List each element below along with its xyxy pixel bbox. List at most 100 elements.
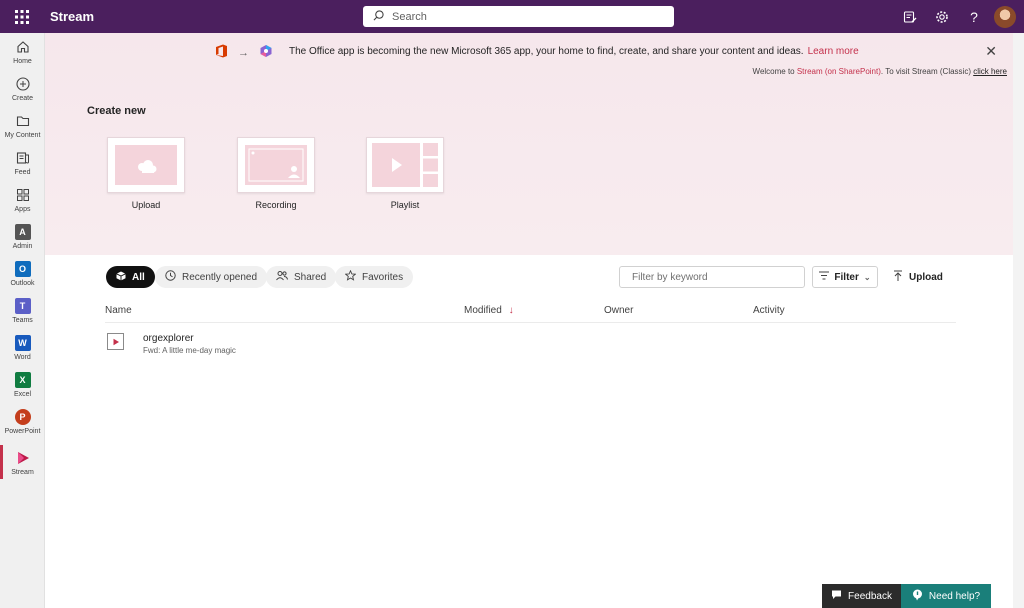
top-bar: Stream Search ? — [0, 0, 1024, 33]
excel-icon: X — [14, 371, 32, 389]
rail-label: Apps — [14, 206, 31, 213]
apps-icon — [14, 186, 32, 204]
recording-illustration-icon — [245, 145, 307, 185]
rail-item-apps[interactable]: Apps — [0, 186, 45, 213]
rail-label: Word — [14, 354, 31, 361]
arrow-right-icon: → — [238, 46, 249, 59]
filter-button[interactable]: Filter ⌄ — [812, 266, 878, 288]
admin-icon: A — [14, 223, 32, 241]
playlist-card[interactable] — [366, 137, 444, 193]
rail-item-teams[interactable]: T Teams — [0, 297, 45, 324]
avatar[interactable] — [994, 5, 1016, 28]
feedback-label: Feedback — [848, 590, 892, 602]
pill-all[interactable]: All — [106, 266, 155, 288]
pill-favorites[interactable]: Favorites — [335, 266, 414, 288]
settings-icon[interactable] — [926, 0, 958, 33]
welcome-message: Welcome to Stream (on SharePoint). To vi… — [753, 67, 1007, 76]
rail-item-admin[interactable]: A Admin — [0, 223, 45, 250]
pill-label: All — [132, 271, 145, 283]
waffle-icon[interactable] — [0, 0, 44, 33]
outlook-icon: O — [14, 260, 32, 278]
file-name[interactable]: orgexplorer — [143, 333, 194, 344]
pill-label: Shared — [294, 271, 327, 283]
rail-item-feed[interactable]: Feed — [0, 149, 45, 176]
office-logo-icon — [215, 44, 228, 61]
learn-more-link[interactable]: Learn more — [808, 46, 859, 57]
click-here-link[interactable]: click here — [973, 67, 1007, 76]
upload-button[interactable]: Upload — [893, 266, 943, 288]
powerpoint-icon: P — [14, 408, 32, 426]
create-new-heading: Create new — [87, 105, 146, 117]
scrollbar[interactable] — [1013, 33, 1024, 608]
rail-label: Admin — [12, 243, 33, 250]
app-title[interactable]: Stream — [50, 9, 94, 24]
column-modified-label: Modified — [464, 305, 502, 316]
help-bubble-icon — [912, 589, 923, 604]
upload-illustration-icon — [115, 145, 177, 185]
rail-label: Feed — [14, 169, 31, 176]
file-subtitle: Fwd: A little me-day magic — [143, 346, 236, 355]
rail-label: Excel — [13, 391, 32, 398]
left-rail: Home Create My Content Feed Apps A Admin… — [0, 33, 45, 608]
recording-card[interactable] — [237, 137, 315, 193]
rail-label: My Content — [4, 132, 41, 139]
table-row[interactable]: orgexplorer Fwd: A little me-day magic — [105, 327, 956, 361]
upload-card-label: Upload — [131, 200, 161, 210]
banner-logos: → — [215, 44, 273, 61]
feedback-icon — [831, 589, 842, 603]
hero-section: → The Office app is becoming the new Mic… — [45, 33, 1013, 255]
column-activity[interactable]: Activity — [753, 305, 785, 316]
pill-shared[interactable]: Shared — [266, 266, 337, 288]
keyword-filter-input[interactable]: Filter by keyword — [619, 266, 805, 288]
chevron-down-icon: ⌄ — [863, 272, 871, 282]
rail-item-powerpoint[interactable]: P PowerPoint — [0, 408, 45, 435]
feed-icon — [14, 149, 32, 167]
whats-new-icon[interactable] — [894, 0, 926, 33]
need-help-button[interactable]: Need help? — [901, 584, 991, 608]
rail-label: Home — [13, 58, 32, 65]
upload-label: Upload — [909, 271, 943, 283]
pill-label: Recently opened — [182, 271, 258, 283]
rail-item-home[interactable]: Home — [0, 38, 45, 65]
video-file-icon — [107, 333, 124, 350]
rail-item-create[interactable]: Create — [0, 75, 45, 102]
rail-item-excel[interactable]: X Excel — [0, 371, 45, 398]
column-modified[interactable]: Modified ↓ — [464, 305, 514, 316]
upload-card[interactable] — [107, 137, 185, 193]
rail-label: Teams — [12, 317, 33, 324]
pill-label: Favorites — [362, 271, 404, 283]
microsoft-365-logo-icon — [259, 44, 273, 61]
announcement-banner: → The Office app is becoming the new Mic… — [45, 33, 1013, 69]
rail-label: PowerPoint — [4, 428, 41, 435]
welcome-accent: Stream (on SharePoint) — [796, 67, 881, 76]
rail-item-outlook[interactable]: O Outlook — [0, 260, 45, 287]
rail-label: Outlook — [10, 280, 35, 287]
feedback-button[interactable]: Feedback — [822, 584, 901, 608]
rail-label: Create — [11, 95, 33, 102]
playlist-illustration-icon — [372, 143, 438, 187]
rail-item-word[interactable]: W Word — [0, 334, 45, 361]
welcome-prefix: Welcome to — [752, 67, 797, 76]
star-icon — [344, 269, 357, 284]
pill-recently-opened[interactable]: Recently opened — [155, 266, 268, 288]
top-icons: ? — [894, 0, 1018, 33]
rail-item-stream[interactable]: Stream — [0, 449, 45, 476]
word-icon: W — [14, 334, 32, 352]
banner-text: The Office app is becoming the new Micro… — [289, 46, 804, 57]
people-icon — [276, 270, 288, 284]
search-box[interactable]: Search — [363, 6, 674, 27]
help-icon[interactable]: ? — [958, 0, 990, 33]
clock-icon — [165, 270, 176, 284]
filter-icon — [819, 271, 830, 283]
welcome-mid: . To visit Stream (Classic) — [880, 67, 974, 76]
column-owner[interactable]: Owner — [604, 305, 633, 316]
playlist-card-label: Playlist — [390, 200, 420, 210]
rail-item-my-content[interactable]: My Content — [0, 112, 45, 139]
teams-icon: T — [14, 297, 32, 315]
header-divider — [105, 322, 956, 323]
close-icon[interactable]: ✕ — [985, 43, 997, 60]
recording-card-label: Recording — [255, 200, 297, 210]
column-name[interactable]: Name — [105, 305, 132, 316]
filter-label: Filter — [834, 271, 859, 283]
search-placeholder: Search — [392, 10, 427, 23]
